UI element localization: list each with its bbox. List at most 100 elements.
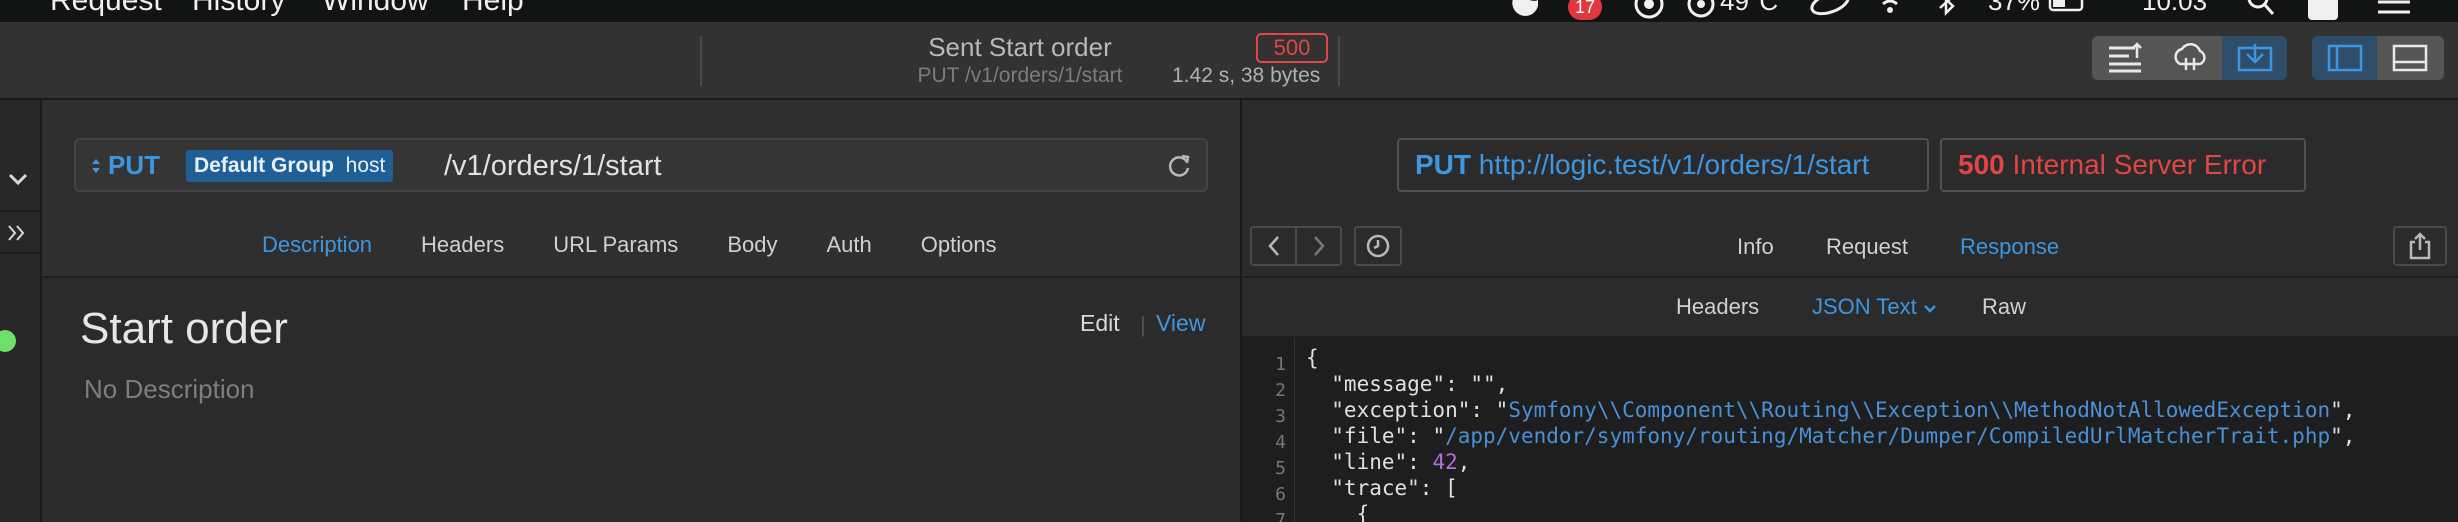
edit-view-separator: | — [1140, 312, 1146, 337]
json-punct: " — [1495, 398, 1509, 422]
strip-divider — [0, 252, 40, 254]
request-tabs: Description Headers URL Params Body Auth… — [262, 232, 1046, 258]
response-timing: 1.42 s, 38 bytes — [1172, 64, 1321, 87]
clock-text[interactable]: 10:03 — [2142, 0, 2207, 17]
method-select[interactable]: PUT — [90, 150, 160, 181]
clock-icon — [1366, 234, 1390, 258]
chevron-right-icon — [1313, 236, 1325, 256]
moon-icon[interactable] — [1504, 0, 1539, 16]
history-button[interactable] — [1354, 226, 1402, 266]
json-value: "" — [1470, 372, 1496, 396]
json-line: "trace": [ — [1306, 476, 1458, 500]
tab-body[interactable]: Body — [727, 232, 777, 258]
toggle-sidebar-button[interactable] — [2312, 36, 2377, 80]
toggle-bottom-panel-button[interactable] — [2377, 36, 2442, 80]
tab-headers[interactable]: Headers — [421, 232, 504, 258]
back-button[interactable] — [1252, 228, 1297, 264]
status-code-badge: 500 — [1256, 33, 1328, 63]
tab-auth[interactable]: Auth — [826, 232, 871, 258]
json-line: "message": "", — [1306, 372, 1508, 396]
menu-history[interactable]: History — [192, 0, 285, 18]
json-body-view[interactable]: 1 2 3 4 5 6 7 { "message": "", "exceptio… — [1242, 338, 2458, 522]
request-list-strip — [0, 100, 42, 522]
sidebar-icon — [2327, 44, 2362, 72]
forward-button[interactable] — [1297, 228, 1340, 264]
json-key: "message": — [1306, 372, 1471, 396]
edit-button[interactable]: Edit — [1080, 310, 1120, 337]
spotlight-search-icon[interactable] — [2246, 0, 2276, 15]
bluetooth-icon[interactable] — [1936, 0, 1958, 17]
environment-variable-tag[interactable]: Default Group host — [186, 150, 394, 182]
tab-info[interactable]: Info — [1737, 234, 1774, 260]
menu-help[interactable]: Help — [462, 0, 524, 18]
line-number: 6 — [1275, 484, 1286, 505]
vpn-icon[interactable] — [1632, 0, 1666, 19]
json-punct: , — [1495, 372, 1509, 396]
json-line: "exception": "Symfony\\Component\\Routin… — [1306, 398, 2355, 422]
chevron-down-icon — [1923, 305, 1936, 313]
share-icon — [2409, 232, 2431, 260]
temperature-text: 49°C — [1720, 0, 1779, 16]
expand-icon[interactable] — [6, 222, 28, 244]
toolbar-actions-group — [2092, 36, 2287, 80]
chevron-down-icon[interactable] — [8, 172, 28, 188]
format-headers[interactable]: Headers — [1676, 294, 1759, 320]
menu-window[interactable]: Window — [322, 0, 429, 18]
line-number: 5 — [1275, 458, 1286, 479]
status-dot — [0, 330, 16, 352]
history-nav — [1250, 226, 1342, 266]
cpu-temp-icon[interactable] — [1684, 0, 1718, 18]
cloud-sync-button[interactable] — [2157, 36, 2222, 80]
response-viewer: PUT http://logic.test/v1/orders/1/start … — [1242, 100, 2458, 522]
sent-request-path: PUT /v1/orders/1/start — [917, 64, 1123, 87]
group-name: Default Group — [194, 154, 334, 177]
toolbar-divider — [700, 36, 702, 86]
battery-text: 37% — [1988, 0, 2041, 16]
layout-toggle-group — [2312, 36, 2444, 80]
cloud-sync-icon — [2173, 42, 2206, 70]
group-variable: host — [345, 154, 386, 177]
window-toolbar: Sent Start order PUT /v1/orders/1/start … — [0, 22, 2458, 100]
sent-request-title: Sent Start order — [928, 32, 1112, 62]
json-line: { — [1306, 346, 1319, 370]
share-button[interactable] — [2393, 226, 2447, 266]
menu-bar: Request History Window Help 17 49°C 37% … — [0, 0, 2458, 22]
line-number: 2 — [1275, 380, 1286, 401]
tab-url-params[interactable]: URL Params — [553, 232, 678, 258]
export-button[interactable] — [2092, 36, 2157, 80]
updown-arrows-icon — [92, 158, 100, 173]
app-menu-icon[interactable] — [2308, 0, 2338, 20]
notification-badge[interactable]: 17 — [1568, 0, 1602, 20]
import-icon — [2237, 44, 2272, 72]
battery-icon[interactable] — [2048, 0, 2088, 12]
tab-options[interactable]: Options — [921, 232, 997, 258]
url-path-input[interactable]: /v1/orders/1/start — [444, 150, 662, 183]
menu-request[interactable]: Request — [50, 0, 162, 18]
chevron-left-icon — [1267, 236, 1279, 256]
format-raw[interactable]: Raw — [1982, 294, 2026, 320]
format-json-label: JSON Text — [1812, 294, 1917, 319]
control-center-icon[interactable] — [2374, 0, 2414, 14]
tab-request[interactable]: Request — [1826, 234, 1908, 260]
view-button[interactable]: View — [1156, 310, 1205, 337]
tab-description[interactable]: Description — [262, 232, 372, 258]
send-request-button[interactable] — [1166, 152, 1192, 185]
response-url: http://logic.test/v1/orders/1/start — [1478, 149, 1870, 180]
response-tabs-divider — [1242, 276, 2458, 278]
json-number: 42 — [1432, 450, 1458, 474]
wifi-icon[interactable] — [1874, 0, 1906, 13]
import-button[interactable] — [2222, 36, 2287, 80]
json-key: "line": — [1306, 450, 1433, 474]
json-value: /app/vendor/symfony/routing/Matcher/Dump… — [1445, 424, 2331, 448]
response-status-text: Internal Server Error — [2012, 149, 2267, 180]
method-label: PUT — [108, 150, 160, 180]
tab-response[interactable]: Response — [1960, 234, 2059, 260]
json-punct: ", — [2330, 424, 2356, 448]
cloud-icon[interactable] — [1808, 0, 1852, 16]
reload-icon — [1168, 154, 1190, 177]
line-number: 3 — [1275, 406, 1286, 427]
format-json-text[interactable]: JSON Text — [1812, 294, 1937, 320]
json-punct: ", — [2330, 398, 2356, 422]
line-number-gutter: 1 2 3 4 5 6 7 — [1242, 338, 1295, 522]
export-icon — [2108, 42, 2142, 73]
